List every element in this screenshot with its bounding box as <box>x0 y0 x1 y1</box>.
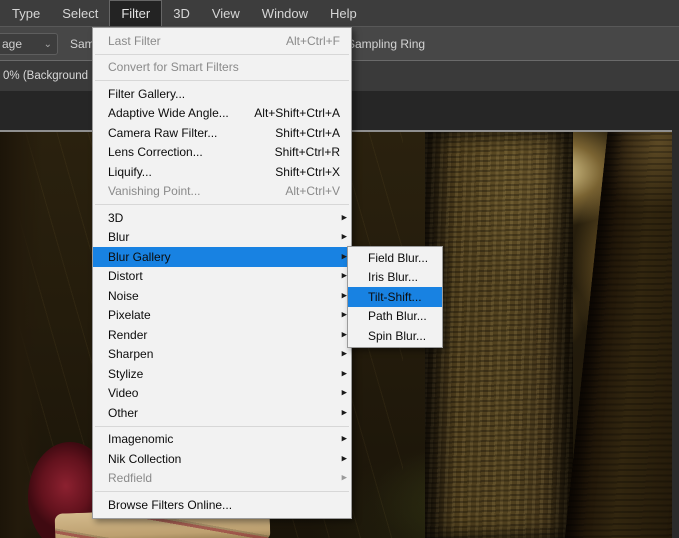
filter-menu-item-blur[interactable]: Blur ▶ <box>93 228 351 248</box>
window-right-strip <box>672 130 679 538</box>
filter-menu-item-blur-gallery[interactable]: Blur Gallery ▶ <box>93 247 351 267</box>
filter-menu-item-redfield: Redfield ▶ <box>93 469 351 489</box>
filter-menu: Last Filter Alt+Ctrl+F Convert for Smart F… <box>92 27 352 519</box>
submenu-arrow-icon: ▶ <box>341 435 347 443</box>
filter-menu-item-liquify[interactable]: Liquify... Shift+Ctrl+X <box>93 162 351 182</box>
menu-item-label: Convert for Smart Filters <box>108 60 239 75</box>
menu-item-label: Pixelate <box>108 308 151 323</box>
submenu-arrow-icon: ▶ <box>341 233 347 241</box>
submenu-arrow-icon: ▶ <box>341 214 347 222</box>
chevron-down-icon: ⌄ <box>43 38 52 50</box>
sampling-ring-label[interactable]: Sampling Ring <box>347 37 425 51</box>
menubar-item-window[interactable]: Window <box>251 0 319 26</box>
sample-size-dropdown[interactable]: age ⌄ <box>0 33 58 55</box>
tree-trunk-main <box>425 132 573 538</box>
document-tab-title[interactable]: 0% (Background <box>3 70 88 82</box>
filter-menu-item-other[interactable]: Other ▶ <box>93 403 351 423</box>
menu-item-label: Vanishing Point... <box>108 184 201 199</box>
filter-menu-item-sharpen[interactable]: Sharpen ▶ <box>93 345 351 365</box>
submenu-arrow-icon: ▶ <box>341 389 347 397</box>
blur-gallery-item-iris-blur[interactable]: Iris Blur... <box>348 268 442 288</box>
filter-menu-item-last-filter: Last Filter Alt+Ctrl+F <box>93 31 351 51</box>
filter-menu-separator <box>95 425 349 427</box>
submenu-arrow-icon: ▶ <box>341 455 347 463</box>
menu-item-shortcut: Alt+Ctrl+F <box>285 33 340 48</box>
menu-item-label: Video <box>108 386 139 401</box>
menubar-item-type[interactable]: Type <box>1 0 51 26</box>
filter-menu-item-video[interactable]: Video ▶ <box>93 384 351 404</box>
blur-gallery-item-field-blur[interactable]: Field Blur... <box>348 248 442 268</box>
blur-gallery-submenu: Field Blur... Iris Blur... Tilt-Shift... Pa… <box>347 246 443 348</box>
filter-menu-item-browse-filters-online[interactable]: Browse Filters Online... <box>93 495 351 515</box>
menubar-item-3d[interactable]: 3D <box>162 0 201 26</box>
menubar-item-filter[interactable]: Filter <box>109 0 163 26</box>
menu-item-label: Spin Blur... <box>368 328 427 343</box>
menu-item-label: Camera Raw Filter... <box>108 125 218 140</box>
filter-menu-item-distort[interactable]: Distort ▶ <box>93 267 351 287</box>
menu-item-shortcut: Shift+Ctrl+X <box>275 164 340 179</box>
filter-menu-item-render[interactable]: Render ▶ <box>93 325 351 345</box>
blur-gallery-item-tilt-shift[interactable]: Tilt-Shift... <box>348 287 442 307</box>
menu-item-label: Last Filter <box>108 33 161 48</box>
submenu-arrow-icon: ▶ <box>341 409 347 417</box>
filter-menu-item-imagenomic[interactable]: Imagenomic ▶ <box>93 430 351 450</box>
menu-item-label: Filter Gallery... <box>108 86 186 101</box>
submenu-arrow-icon: ▶ <box>341 474 347 482</box>
sample-label: Sam <box>70 37 95 51</box>
submenu-arrow-icon: ▶ <box>341 370 347 378</box>
menu-item-shortcut: Shift+Ctrl+A <box>275 125 340 140</box>
menu-item-shortcut: Alt+Shift+Ctrl+A <box>254 106 340 121</box>
menu-item-label: Blur Gallery <box>108 249 171 264</box>
menu-item-label: Noise <box>108 288 139 303</box>
menu-item-label: Lens Correction... <box>108 145 203 160</box>
blur-gallery-item-spin-blur[interactable]: Spin Blur... <box>348 326 442 346</box>
filter-menu-separator <box>95 80 349 81</box>
menu-item-label: Sharpen <box>108 347 154 362</box>
menu-item-label: Render <box>108 327 148 342</box>
menu-item-label: Liquify... <box>108 164 152 179</box>
menu-item-label: Stylize <box>108 366 144 381</box>
filter-menu-item-lens-correction[interactable]: Lens Correction... Shift+Ctrl+R <box>93 143 351 163</box>
filter-menu-item-vanishing-point: Vanishing Point... Alt+Ctrl+V <box>93 182 351 202</box>
sample-size-value: age <box>2 37 23 51</box>
filter-menu-item-pixelate[interactable]: Pixelate ▶ <box>93 306 351 326</box>
menu-item-label: Blur <box>108 230 130 245</box>
menu-item-shortcut: Shift+Ctrl+R <box>274 145 340 160</box>
blur-gallery-item-path-blur[interactable]: Path Blur... <box>348 307 442 327</box>
filter-menu-item-camera-raw-filter[interactable]: Camera Raw Filter... Shift+Ctrl+A <box>93 123 351 143</box>
filter-menu-item-convert-for-smart-filters: Convert for Smart Filters <box>93 58 351 78</box>
filter-menu-item-nik-collection[interactable]: Nik Collection ▶ <box>93 449 351 469</box>
menu-item-label: Field Blur... <box>368 250 429 265</box>
menu-bar: Type Select Filter 3D View Window Help <box>0 0 679 27</box>
menubar-item-select[interactable]: Select <box>51 0 109 26</box>
photoshop-window: Type Select Filter 3D View Window Help age ⌄ S… <box>0 0 679 538</box>
menu-item-label: Other <box>108 405 139 420</box>
menu-item-label: Nik Collection <box>108 451 182 466</box>
filter-menu-item-adaptive-wide-angle[interactable]: Adaptive Wide Angle... Alt+Shift+Ctrl+A <box>93 104 351 124</box>
menu-item-label: Path Blur... <box>368 309 427 324</box>
menu-item-label: Adaptive Wide Angle... <box>108 106 229 121</box>
menubar-item-help[interactable]: Help <box>319 0 368 26</box>
menu-item-label: Tilt-Shift... <box>368 289 422 304</box>
menu-item-label: Iris Blur... <box>368 270 419 285</box>
filter-menu-item-stylize[interactable]: Stylize ▶ <box>93 364 351 384</box>
menubar-item-view[interactable]: View <box>201 0 251 26</box>
filter-menu-separator <box>95 53 349 55</box>
filter-menu-separator <box>95 204 349 205</box>
menu-item-label: Browse Filters Online... <box>108 497 233 512</box>
menu-item-label: Imagenomic <box>108 432 174 447</box>
filter-menu-item-3d[interactable]: 3D ▶ <box>93 208 351 228</box>
menu-item-shortcut: Alt+Ctrl+V <box>285 184 340 199</box>
menu-item-label: Distort <box>108 269 143 284</box>
menu-item-label: 3D <box>108 210 124 225</box>
filter-menu-item-noise[interactable]: Noise ▶ <box>93 286 351 306</box>
menu-item-label: Redfield <box>108 471 153 486</box>
filter-menu-item-filter-gallery[interactable]: Filter Gallery... <box>93 84 351 104</box>
submenu-arrow-icon: ▶ <box>341 350 347 358</box>
filter-menu-separator <box>95 491 349 492</box>
